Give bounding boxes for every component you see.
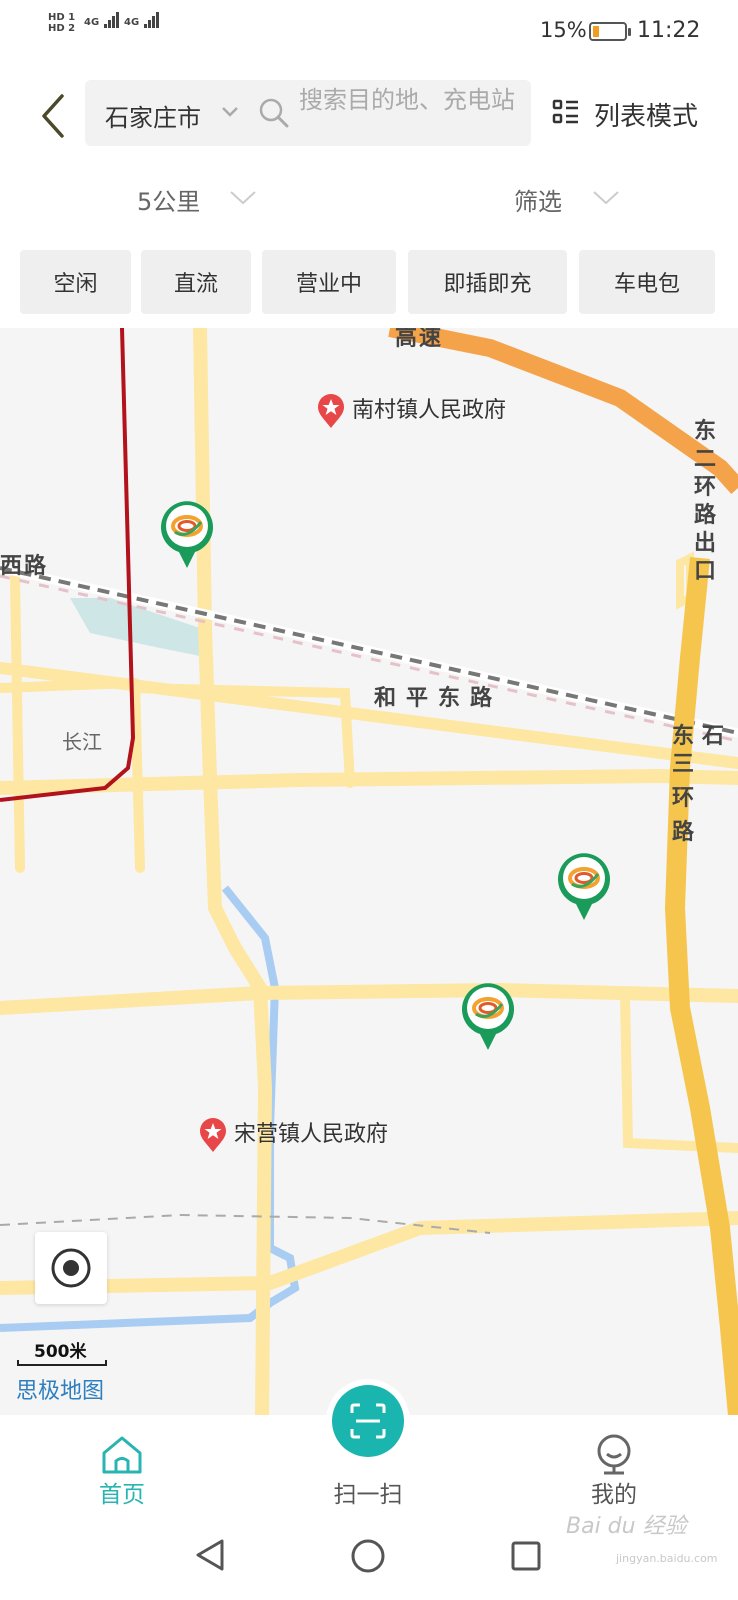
road-label-dongshi: 东石 <box>672 724 733 749</box>
bottom-tab-bar: 首页 扫一扫 我的 <box>0 1385 738 1518</box>
home-icon <box>102 1436 142 1474</box>
filter-row: 5公里 筛选 <box>0 172 738 232</box>
scan-icon <box>350 1403 386 1439</box>
charging-station-marker[interactable] <box>460 980 516 1052</box>
map-view[interactable]: 高速 东二环路出口 西路 和平东路 东石 三环路 长江 南村镇人民政府 宋营镇人… <box>0 328 738 1415</box>
chip-plug-and-charge[interactable]: 即插即充 <box>408 250 567 314</box>
top-header: 石家庄市 搜索目的地、充电站 列表模式 <box>0 64 738 164</box>
search-input[interactable]: 搜索目的地、充电站 <box>299 85 519 115</box>
charging-station-marker[interactable] <box>556 850 612 922</box>
chip-open[interactable]: 营业中 <box>262 250 396 314</box>
charging-station-icon <box>161 501 213 568</box>
home-circle-icon[interactable] <box>350 1538 386 1574</box>
map-attribution: 思极地图 <box>16 1379 105 1404</box>
filter-chips: 空闲 直流 营业中 即插即充 车电包 <box>0 250 738 316</box>
distance-dropdown[interactable]: 5公里 <box>137 182 256 217</box>
charging-station-marker[interactable] <box>159 498 215 570</box>
battery-percent: 15% <box>540 18 587 42</box>
map-scale-label: 500米 <box>34 1342 87 1362</box>
road-label-east-ring-exit: 东二环路出口 <box>694 419 719 584</box>
battery-icon <box>589 22 631 41</box>
tab-home-label: 首页 <box>99 1482 145 1508</box>
list-mode-label: 列表模式 <box>594 102 699 132</box>
watermark-logo: Bai du 经验 <box>566 1514 687 1539</box>
status-bar: HD 1 HD 2 4G 4G 15% 11:22 <box>0 0 738 64</box>
sim1-label: HD 1 <box>48 12 76 23</box>
filter-dropdown[interactable]: 筛选 <box>514 182 619 217</box>
tab-mine-label: 我的 <box>591 1482 637 1508</box>
area-label-changjiang: 长江 <box>62 730 102 754</box>
poi-songying-government[interactable]: 宋营镇人民政府 <box>198 1116 388 1153</box>
filter-label: 筛选 <box>514 188 562 216</box>
chevron-down-icon <box>222 107 238 117</box>
search-bar[interactable]: 石家庄市 搜索目的地、充电站 <box>85 80 531 146</box>
network-1-label: 4G <box>84 17 100 28</box>
road-label-heping-east: 和平东路 <box>374 686 503 711</box>
tab-scan[interactable]: 扫一扫 <box>308 1385 428 1518</box>
back-triangle-icon[interactable] <box>194 1538 226 1572</box>
profile-icon <box>597 1434 631 1475</box>
chevron-down-icon <box>230 191 256 205</box>
chip-battery-pack[interactable]: 车电包 <box>579 250 715 314</box>
watermark-site: jingyan.baidu.com <box>616 1552 718 1565</box>
minor-roads <box>0 328 738 1415</box>
locate-button[interactable] <box>35 1232 107 1304</box>
ring-road <box>664 557 738 1415</box>
network-2-label: 4G <box>124 17 140 28</box>
map-scale-bar <box>17 1360 107 1366</box>
signal-1-icon: 4G <box>84 12 119 28</box>
scan-button[interactable] <box>332 1385 404 1457</box>
poi-label: 南村镇人民政府 <box>352 398 507 423</box>
chevron-left-icon <box>42 94 64 138</box>
tab-scan-label: 扫一扫 <box>333 1482 403 1508</box>
city-selector[interactable]: 石家庄市 <box>105 98 201 133</box>
search-icon <box>259 98 289 128</box>
recents-square-icon[interactable] <box>510 1540 542 1572</box>
poi-nancun-government[interactable]: 南村镇人民政府 <box>316 392 506 429</box>
red-star-pin-icon <box>318 394 344 428</box>
charging-station-icon <box>558 853 610 920</box>
tab-home[interactable]: 首页 <box>62 1415 182 1518</box>
sim2-label: HD 2 <box>48 23 76 34</box>
locate-icon <box>51 1248 91 1288</box>
poi-label: 宋营镇人民政府 <box>234 1122 389 1147</box>
clock: 11:22 <box>637 18 701 43</box>
road-label-expressway: 高速 <box>395 328 444 351</box>
distance-label: 5公里 <box>137 188 201 216</box>
charging-station-icon <box>462 983 514 1050</box>
road-label-third-ring: 三环路 <box>672 752 697 845</box>
chip-dc[interactable]: 直流 <box>141 250 251 314</box>
tab-mine[interactable]: 我的 <box>554 1415 674 1518</box>
chip-idle[interactable]: 空闲 <box>20 250 131 314</box>
list-icon <box>552 99 578 124</box>
red-star-pin-icon <box>200 1118 226 1152</box>
map-canvas <box>0 328 738 1415</box>
sim-indicator: HD 1 HD 2 <box>48 12 75 34</box>
signal-2-icon: 4G <box>124 12 159 28</box>
road-label-west-road: 西路 <box>0 554 49 579</box>
back-button[interactable] <box>36 90 72 142</box>
chevron-down-icon <box>593 191 619 205</box>
